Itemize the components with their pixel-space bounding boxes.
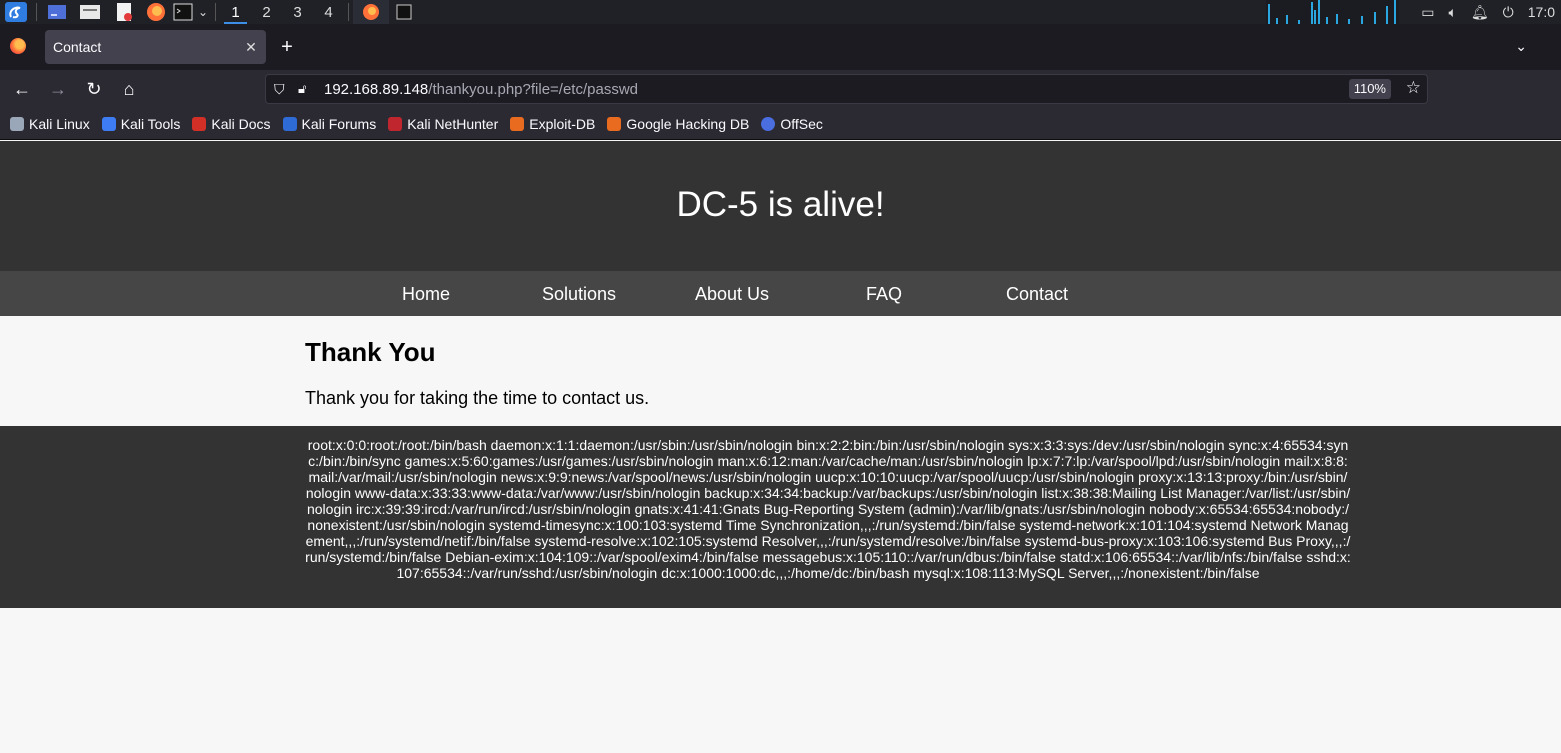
nav-contact[interactable]: Contact xyxy=(1006,284,1068,305)
file-manager-icon[interactable] xyxy=(73,0,107,24)
content-text: Thank you for taking the time to contact… xyxy=(305,388,650,408)
new-tab-button[interactable]: + xyxy=(276,36,298,58)
nav-about-us[interactable]: About Us xyxy=(695,284,769,305)
bookmark-kali-linux[interactable]: Kali Linux xyxy=(10,116,90,132)
bookmark-offsec[interactable]: OffSec xyxy=(761,116,823,132)
site-header: DC-5 is alive! xyxy=(0,141,1561,271)
bookmark-exploit-db[interactable]: Exploit-DB xyxy=(510,116,595,132)
system-tray: ▭ 🔈︎ 🔔︎ ⏻ 17:0 xyxy=(1421,0,1561,24)
workspace-4[interactable]: 4 xyxy=(313,0,344,24)
kali-nethunter-icon xyxy=(388,116,403,131)
site-heading: DC-5 is alive! xyxy=(676,185,885,224)
workspace-2[interactable]: 2 xyxy=(251,0,282,24)
bookmark-kali-nethunter[interactable]: Kali NetHunter xyxy=(388,116,498,132)
kali-tools-icon xyxy=(101,116,116,131)
bookmark-kali-docs[interactable]: Kali Docs xyxy=(192,116,271,132)
kali-forums-icon xyxy=(282,116,297,131)
site-nav: Home Solutions About Us FAQ Contact xyxy=(0,271,1561,316)
tab-contact[interactable]: Contact ✕ xyxy=(45,30,266,64)
google-hacking-db-icon xyxy=(607,116,622,131)
tab-title: Contact xyxy=(53,39,102,55)
taskbar-terminal-window[interactable] xyxy=(389,0,419,24)
site-footer: root:x:0:0:root:/root:/bin/bash daemon:x… xyxy=(0,426,1561,608)
url-host: 192.168.89.148 xyxy=(324,80,429,98)
kali-linux-icon xyxy=(10,116,24,131)
bookmark-google-hacking-db[interactable]: Google Hacking DB xyxy=(607,116,749,132)
firefox-view-icon[interactable] xyxy=(10,38,26,54)
text-editor-icon[interactable] xyxy=(107,0,141,24)
url-path: /thankyou.php?file=/etc/passwd xyxy=(428,80,639,98)
taskbar-firefox-window[interactable] xyxy=(353,0,389,24)
web-page: DC-5 is alive! Home Solutions About Us F… xyxy=(0,141,1561,753)
url-bar[interactable]: ⛉ 🔓︎ 192.168.89.148/thankyou.php?file=/e… xyxy=(265,74,1428,104)
zoom-indicator[interactable]: 110% xyxy=(1348,79,1391,99)
cpu-graph xyxy=(1266,0,1399,24)
power-icon[interactable]: ⏻ xyxy=(1503,4,1514,21)
tab-strip: Contact ✕ + ⌄ xyxy=(0,24,1561,70)
terminal-launcher-icon[interactable] xyxy=(171,0,195,24)
offsec-icon xyxy=(761,116,776,131)
workspace-3[interactable]: 3 xyxy=(282,0,313,24)
footer-text: root:x:0:0:root:/root:/bin/bash daemon:x… xyxy=(305,437,1351,581)
show-desktop-icon[interactable] xyxy=(41,0,73,24)
nav-solutions[interactable]: Solutions xyxy=(542,284,616,305)
bookmark-star-icon[interactable]: ☆ xyxy=(1406,78,1421,98)
firefox-launcher-icon[interactable] xyxy=(141,0,171,24)
volume-icon[interactable]: 🔈︎ xyxy=(1448,4,1456,21)
clock[interactable]: 17:0 xyxy=(1528,4,1555,20)
network-icon[interactable]: ▭ xyxy=(1421,4,1434,21)
chevron-down-icon[interactable]: ⌄ xyxy=(195,0,211,24)
insecure-lock-icon[interactable]: 🔓︎ xyxy=(298,81,316,97)
notification-bell-icon[interactable]: 🔔︎ xyxy=(1471,4,1489,21)
bookmark-kali-tools[interactable]: Kali Tools xyxy=(101,116,180,132)
forward-icon[interactable]: → xyxy=(47,78,69,100)
system-panel: ⌄ 1 2 3 4 ▭ 🔈︎ 🔔︎ ⏻ 17:0 xyxy=(0,0,1561,24)
back-icon[interactable]: ← xyxy=(11,78,33,100)
main-content: Thank You Thank you for taking the time … xyxy=(0,316,1561,426)
list-all-tabs-icon[interactable]: ⌄ xyxy=(1515,38,1527,55)
workspace-1[interactable]: 1 xyxy=(220,0,251,24)
bookmark-kali-forums[interactable]: Kali Forums xyxy=(282,116,376,132)
nav-home[interactable]: Home xyxy=(402,284,450,305)
nav-faq[interactable]: FAQ xyxy=(866,284,902,305)
kali-docs-icon xyxy=(192,116,207,131)
bookmarks-toolbar: Kali Linux Kali Tools Kali Docs Kali For… xyxy=(0,108,1561,140)
close-tab-icon[interactable]: ✕ xyxy=(236,39,266,56)
exploit-db-icon xyxy=(510,116,525,131)
home-icon[interactable]: ⌂ xyxy=(118,78,140,100)
navigation-bar: ← → ↻ ⌂ ⛉ 🔓︎ 192.168.89.148/thankyou.php… xyxy=(0,70,1561,108)
reload-icon[interactable]: ↻ xyxy=(83,78,105,100)
kali-menu-icon[interactable] xyxy=(0,0,32,24)
tracking-shield-icon[interactable]: ⛉ xyxy=(274,81,292,98)
content-title: Thank You xyxy=(305,337,436,367)
